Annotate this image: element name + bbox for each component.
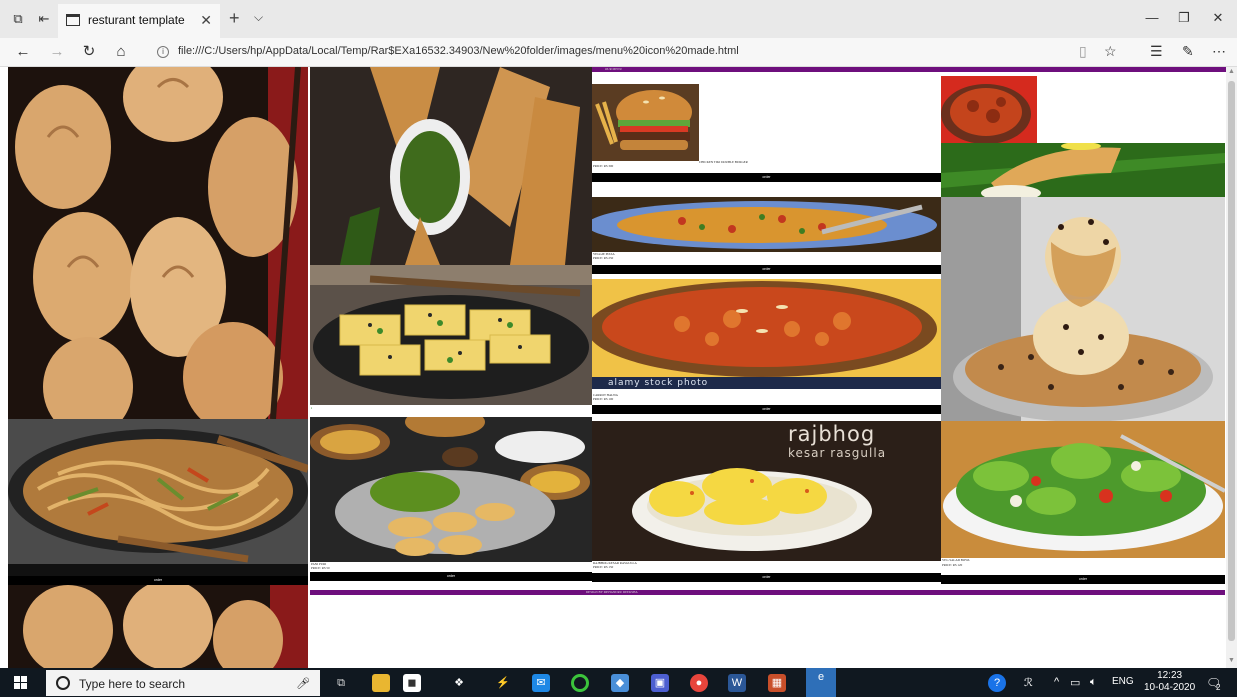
microphone-icon[interactable]: 🎤︎ (296, 677, 310, 690)
window-close-icon[interactable]: ✕ (1208, 10, 1228, 28)
salad-caption: VEG SALAD BOWL (942, 558, 971, 562)
tray-chevron-icon[interactable]: ^ (1054, 676, 1059, 688)
halwa-price: PRICE: RS 100 (593, 397, 614, 401)
more-icon[interactable]: ⋯ (1212, 43, 1226, 60)
tab-menu-icon[interactable]: ⌵ (254, 10, 263, 25)
spinner-app-icon[interactable] (571, 674, 589, 692)
url-field[interactable]: file:///C:/Users/hp/AppData/Local/Temp/R… (178, 45, 739, 57)
browser-tab[interactable]: resturant template ✕ (58, 4, 220, 38)
volume-icon[interactable]: 🔈︎ (1090, 676, 1097, 689)
new-tab-icon[interactable]: + (229, 8, 240, 29)
header-bar (592, 67, 1226, 72)
samosa-image (310, 67, 592, 265)
mail-icon[interactable]: ✉ (532, 674, 550, 692)
pizza-image (592, 197, 941, 252)
windows-start-icon[interactable] (14, 676, 27, 689)
favorite-star-icon[interactable]: ☆ (1104, 43, 1117, 60)
clock-date: 10-04-2020 (1144, 682, 1196, 693)
header-text: OUR MENU (605, 67, 622, 71)
curry-image (941, 76, 1037, 143)
favorites-icon[interactable]: ☰ (1150, 43, 1163, 60)
back-icon[interactable]: ← (14, 43, 32, 61)
momos-repeat-image (8, 585, 308, 668)
visual-studio-icon[interactable]: ⚡ (494, 674, 512, 692)
cortana-icon (56, 676, 70, 690)
info-icon[interactable]: i (157, 46, 169, 58)
noodles-image (8, 419, 308, 564)
minimize-icon[interactable]: — (1142, 10, 1162, 28)
help-icon[interactable]: ? (988, 674, 1006, 692)
taskbar-search[interactable]: Type here to search 🎤︎ (46, 670, 320, 696)
restore-icon[interactable]: ❐ (1174, 10, 1194, 28)
tab-bar: ⧉ ⇤ resturant template ✕ + ⌵ — ❐ ✕ (0, 0, 1237, 38)
reading-view-icon[interactable]: ▯ (1079, 43, 1087, 60)
burger-price: PRICE: RS 300 (593, 164, 614, 168)
order-button[interactable]: order (592, 405, 941, 414)
dropbox-icon[interactable]: ❖ (450, 674, 468, 692)
rasgulla-subtitle: kesar rasgulla (788, 446, 887, 460)
address-bar: ← → ↻ ⌂ i file:///C:/Users/hp/AppData/Lo… (0, 38, 1237, 67)
language-indicator[interactable]: ENG (1112, 676, 1134, 687)
people-icon[interactable]: ℛ (1024, 676, 1033, 689)
clock-time: 12:23 (1157, 670, 1183, 681)
notification-count: 2 (1216, 683, 1221, 692)
close-icon[interactable]: ✕ (200, 12, 212, 29)
app-icon[interactable]: ◆ (611, 674, 629, 692)
rasgulla-price: PRICE: RS 150 (593, 565, 614, 569)
dhokla-caption: ▪ (311, 406, 313, 410)
forward-icon[interactable]: → (48, 43, 66, 61)
media-icon[interactable]: ▣ (651, 674, 669, 692)
order-button[interactable]: order (8, 576, 308, 585)
pani-puri-image (310, 417, 592, 562)
tab-page-icon (66, 14, 80, 26)
ice-cream-image (941, 197, 1225, 421)
vertical-scrollbar[interactable]: ▲ ▼ (1226, 67, 1237, 668)
rasgulla-image: rajbhog kesar rasgulla (592, 421, 941, 561)
tiles-app-icon[interactable]: ▦ (768, 674, 786, 692)
watermark-text: alamy stock photo (608, 378, 709, 388)
pizza-price: PRICE: RS 250 (593, 256, 614, 260)
footer-text: DESIGN BY MEHANDRU DEEKSHA (586, 590, 638, 594)
salad-price: PRICE: RS 120 (942, 563, 963, 567)
taskbar: Type here to search 🎤︎ ⧉ ◼ ❖ ⚡ ✉ ◆ ▣ ● W… (0, 668, 1237, 697)
burger-title: CHICKEN TIKI DOUBLE BURGER (699, 160, 748, 164)
dosa-image (941, 143, 1225, 197)
tab-actions-icon[interactable]: ⧉ (10, 11, 26, 27)
battery-icon[interactable]: ▭ (1070, 676, 1080, 689)
pani-puri-price: PRICE: RS 50 (311, 566, 330, 570)
chrome-icon[interactable]: ● (690, 674, 708, 692)
tab-title: resturant template (88, 13, 185, 27)
refresh-icon[interactable]: ↻ (80, 43, 98, 61)
edge-icon[interactable]: e (806, 668, 836, 697)
burger-image (592, 84, 699, 161)
store-icon[interactable]: ◼ (403, 674, 421, 692)
search-placeholder: Type here to search (79, 677, 186, 691)
scrollbar-thumb[interactable] (1228, 81, 1235, 641)
word-icon[interactable]: W (728, 674, 746, 692)
page-content: order ▪ PANI PURI PRICE: RS 50 order OUR… (0, 67, 1226, 668)
scroll-up-icon[interactable]: ▲ (1227, 68, 1236, 75)
salad-image (941, 421, 1225, 558)
order-button[interactable]: order (941, 575, 1225, 584)
order-button[interactable]: order (592, 173, 941, 182)
halwa-image: alamy stock photo (592, 279, 941, 389)
set-aside-tabs-icon[interactable]: ⇤ (36, 11, 52, 27)
dhokla-image (310, 265, 592, 405)
footer-bar (310, 590, 1225, 595)
order-button[interactable]: order (592, 573, 941, 582)
order-button[interactable]: order (310, 572, 592, 581)
clock[interactable]: 12:23 10-04-2020 (1144, 670, 1195, 694)
rasgulla-title: rajbhog (788, 422, 876, 446)
momos-strip-image (8, 564, 308, 576)
home-icon[interactable]: ⌂ (112, 43, 130, 61)
scroll-down-icon[interactable]: ▼ (1227, 657, 1236, 664)
file-explorer-icon[interactable] (372, 674, 390, 692)
order-button[interactable]: order (592, 265, 941, 274)
pen-icon[interactable]: ✎ (1182, 43, 1194, 60)
task-view-icon[interactable]: ⧉ (332, 674, 350, 692)
momos-image (8, 67, 308, 419)
